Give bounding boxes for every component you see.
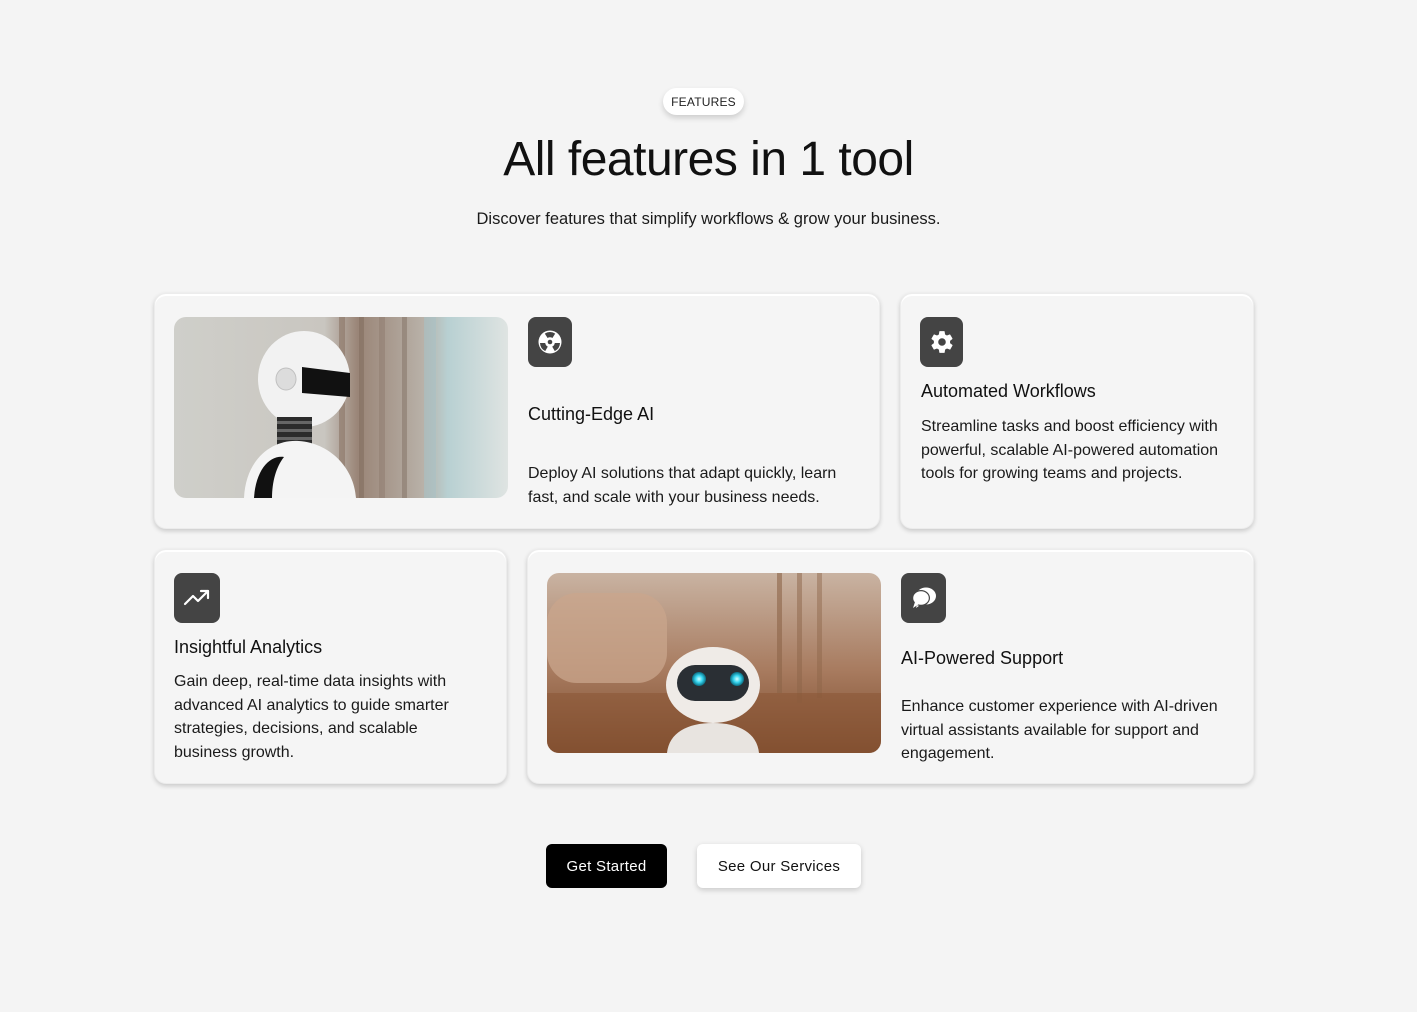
trending-up-icon <box>174 573 220 623</box>
gear-icon <box>920 317 963 367</box>
section-badge: FEATURES <box>663 88 744 115</box>
assistant-robot-image <box>547 573 881 753</box>
feature-description: Deploy AI solutions that adapt quickly, … <box>528 465 837 506</box>
feature-card-ai-powered-support: AI-Powered Support Enhance customer expe… <box>527 549 1254 784</box>
feature-title: AI-Powered Support <box>901 648 1064 668</box>
feature-description: Enhance customer experience with AI-driv… <box>901 698 1218 762</box>
radiation-icon <box>528 317 572 367</box>
see-our-services-button[interactable]: See Our Services <box>697 844 861 888</box>
feature-title: Automated Workflows <box>921 381 1096 401</box>
page-subtitle: Discover features that simplify workflow… <box>476 210 941 228</box>
get-started-button[interactable]: Get Started <box>546 844 667 888</box>
page-title: All features in 1 tool <box>503 133 914 186</box>
feature-card-insightful-analytics: Insightful Analytics Gain deep, real-tim… <box>154 549 507 784</box>
chat-bubbles-icon <box>901 573 946 623</box>
feature-title: Insightful Analytics <box>174 637 323 657</box>
feature-card-automated-workflows: Automated Workflows Streamline tasks and… <box>900 293 1254 529</box>
feature-title: Cutting-Edge AI <box>528 404 655 424</box>
feature-description: Gain deep, real-time data insights with … <box>174 673 449 761</box>
feature-card-cutting-edge-ai: Cutting-Edge AI Deploy AI solutions that… <box>154 293 880 529</box>
humanoid-robot-image <box>174 317 508 498</box>
feature-description: Streamline tasks and boost efficiency wi… <box>921 418 1219 482</box>
